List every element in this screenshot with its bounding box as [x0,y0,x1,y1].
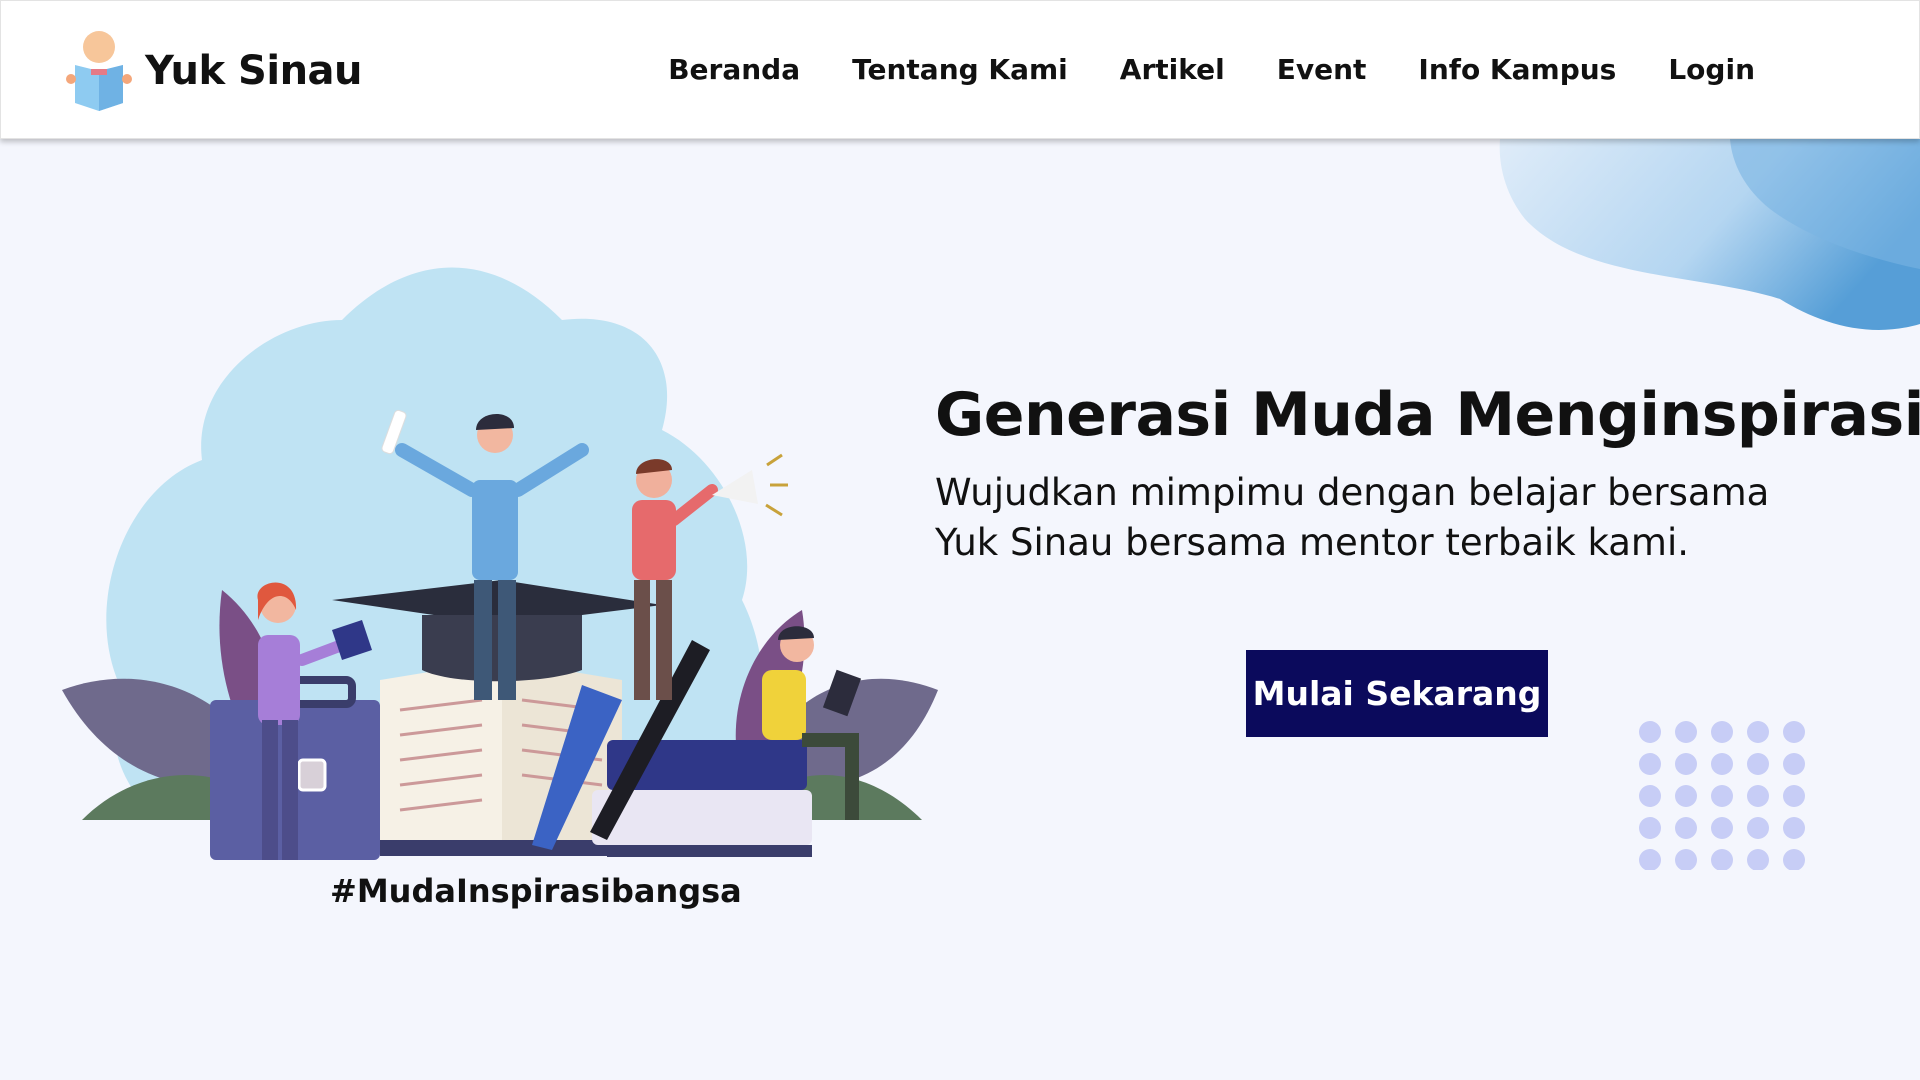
decorative-blob [1499,139,1920,330]
dot-grid-decoration [1639,721,1805,870]
hero-title: Generasi Muda Menginspirasi! [935,380,1920,450]
mulai-sekarang-button[interactable]: Mulai Sekarang [1246,650,1548,737]
brand-logo[interactable]: Yuk Sinau [65,29,363,113]
nav-link-beranda[interactable]: Beranda [668,53,800,86]
reading-student-icon [66,31,132,111]
decor-dot [1711,721,1733,743]
decor-dot [1711,785,1733,807]
decor-dot [1783,817,1805,839]
hero-section: Generasi Muda Menginspirasi! Wujudkan mi… [935,380,1920,568]
decor-dot [1783,753,1805,775]
decor-dot [1747,753,1769,775]
decor-dot [1783,785,1805,807]
decor-dot [1675,721,1697,743]
decor-dot [1639,785,1661,807]
nav-link-tentang-kami[interactable]: Tentang Kami [852,53,1068,86]
nav-link-info-kampus[interactable]: Info Kampus [1418,53,1616,86]
hero-subtitle: Wujudkan mimpimu dengan belajar bersama Y… [935,468,1835,568]
hashtag-caption: #MudaInspirasibangsa [330,872,742,910]
main-nav: Beranda Tentang Kami Artikel Event Info … [668,53,1755,86]
decor-dot [1639,753,1661,775]
navbar: Yuk Sinau Beranda Tentang Kami Artikel E… [0,0,1920,139]
brand-name: Yuk Sinau [145,48,363,94]
decor-dot [1675,785,1697,807]
hero-subtitle-line-1: Wujudkan mimpimu dengan belajar bersama [935,471,1770,514]
decor-dot [1747,849,1769,870]
decor-dot [1639,817,1661,839]
decor-dot [1639,849,1661,870]
nav-link-login[interactable]: Login [1668,53,1755,86]
hero-subtitle-line-2: Yuk Sinau bersama mentor terbaik kami. [935,521,1690,564]
decor-dot [1711,753,1733,775]
decor-dot [1675,817,1697,839]
decor-dot [1639,721,1661,743]
nav-link-event[interactable]: Event [1277,53,1367,86]
decor-dot [1711,849,1733,870]
decor-dot [1675,753,1697,775]
decor-dot [1711,817,1733,839]
nav-link-artikel[interactable]: Artikel [1120,53,1225,86]
hero-illustration [62,267,938,860]
decor-dot [1747,817,1769,839]
decor-dot [1783,721,1805,743]
decor-dot [1747,721,1769,743]
decor-dot [1783,849,1805,870]
decor-dot [1675,849,1697,870]
decor-dot [1747,785,1769,807]
